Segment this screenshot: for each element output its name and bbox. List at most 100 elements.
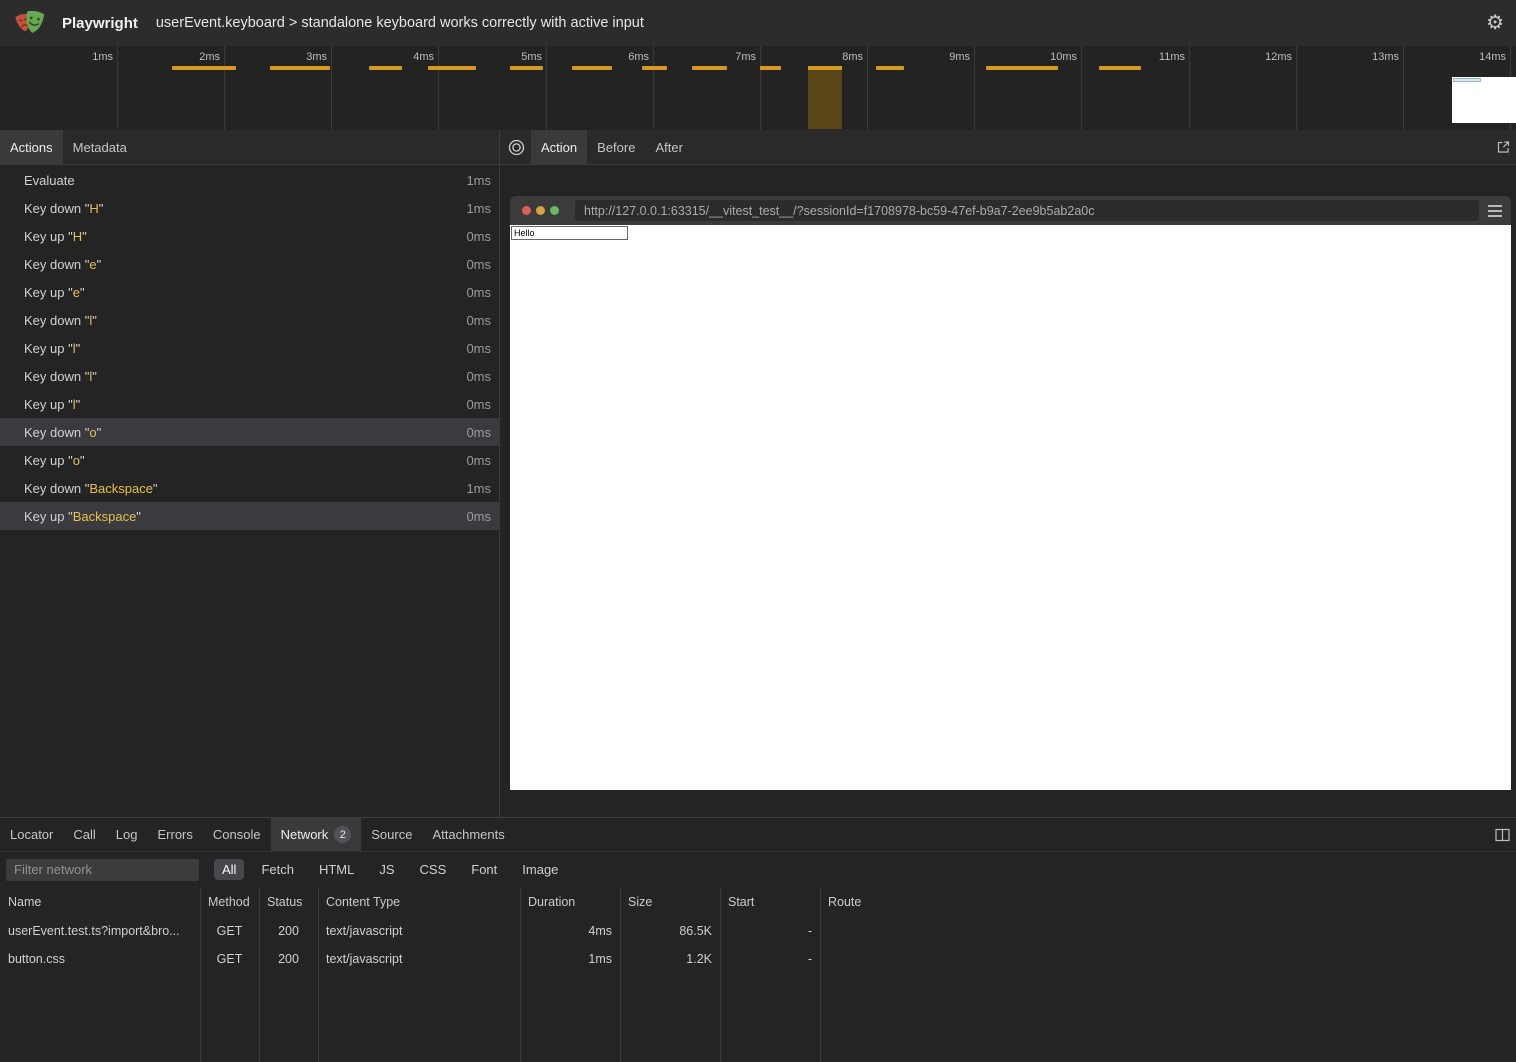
timeline-action-bar[interactable] (428, 66, 476, 70)
action-list-item[interactable]: Key down "l"0ms (0, 306, 499, 334)
filter-chip-js[interactable]: JS (371, 859, 402, 880)
timeline-action-bar[interactable] (692, 66, 727, 70)
filter-chip-image[interactable]: Image (514, 859, 566, 880)
tab-console[interactable]: Console (203, 818, 271, 851)
tab-call[interactable]: Call (63, 818, 105, 851)
action-list-item[interactable]: Key up "e"0ms (0, 278, 499, 306)
timeline[interactable]: 1ms2ms3ms4ms5ms6ms7ms8ms9ms10ms11ms12ms1… (0, 46, 1516, 130)
tab-locator[interactable]: Locator (0, 818, 63, 851)
action-name: Key up " (24, 453, 73, 468)
table-row[interactable]: button.cssGET200text/javascript1ms1.2K- (0, 945, 1516, 973)
column-header[interactable]: Content Type (318, 895, 520, 909)
action-list-item[interactable]: Key up "l"0ms (0, 334, 499, 362)
tab-label: Before (597, 140, 635, 155)
action-param-quote: " (153, 481, 158, 496)
bottom-panel: LocatorCallLogErrorsConsoleNetwork2Sourc… (0, 817, 1516, 1062)
action-param-quote: " (76, 397, 81, 412)
action-param-quote: " (80, 453, 85, 468)
column-header[interactable]: Start (720, 895, 820, 909)
column-header[interactable]: Method (200, 895, 259, 909)
page-snapshot[interactable]: http://127.0.0.1:63315/__vitest_test__/?… (510, 196, 1511, 790)
timeline-action-bar[interactable] (760, 66, 781, 70)
action-list-item[interactable]: Evaluate1ms (0, 166, 499, 194)
tab-after[interactable]: After (645, 130, 692, 164)
timeline-action-bar[interactable] (510, 66, 543, 70)
bottom-tab-bar: LocatorCallLogErrorsConsoleNetwork2Sourc… (0, 818, 1516, 852)
tab-actions[interactable]: Actions (0, 130, 63, 164)
action-duration: 0ms (466, 257, 491, 272)
hamburger-menu-icon (1488, 205, 1502, 217)
action-name: Key up " (24, 397, 73, 412)
external-link-icon[interactable] (1496, 140, 1511, 155)
action-name: Key down " (24, 313, 89, 328)
tab-errors[interactable]: Errors (147, 818, 202, 851)
timeline-action-bar[interactable] (172, 66, 236, 70)
filter-network-input[interactable] (6, 859, 199, 881)
timeline-action-bar[interactable] (1099, 66, 1141, 70)
action-param: e (73, 285, 80, 300)
filter-chip-html[interactable]: HTML (311, 859, 362, 880)
action-list-item[interactable]: Key up "l"0ms (0, 390, 499, 418)
timeline-action-bar[interactable] (369, 66, 402, 70)
timeline-action-bar[interactable] (642, 66, 667, 70)
action-param: o (89, 425, 96, 440)
table-cell: 200 (259, 924, 318, 938)
split-view-icon[interactable] (1495, 828, 1510, 841)
tab-log[interactable]: Log (106, 818, 148, 851)
action-param-quote: " (97, 257, 102, 272)
thumbnail-input-strip (1453, 78, 1481, 82)
traffic-yellow-icon (536, 206, 545, 215)
column-header[interactable]: Status (259, 895, 318, 909)
action-param: o (73, 453, 80, 468)
target-icon[interactable] (508, 139, 525, 156)
timeline-tick-label: 9ms (912, 51, 970, 63)
tab-source[interactable]: Source (361, 818, 422, 851)
panel-divider[interactable] (499, 130, 500, 817)
tab-before[interactable]: Before (587, 130, 645, 164)
timeline-tick-label: 12ms (1234, 51, 1292, 63)
action-param: H (73, 229, 82, 244)
tab-action[interactable]: Action (531, 130, 587, 164)
action-list-item[interactable]: Key up "H"0ms (0, 222, 499, 250)
column-header[interactable]: Name (0, 895, 200, 909)
tab-network[interactable]: Network2 (271, 818, 362, 851)
timeline-action-bar[interactable] (876, 66, 904, 70)
filter-chip-fetch[interactable]: Fetch (253, 859, 302, 880)
snapshot-page[interactable] (510, 225, 1511, 790)
settings-gear-icon[interactable]: ⚙ (1486, 13, 1504, 33)
tab-metadata[interactable]: Metadata (63, 130, 137, 164)
timeline-selected-action-bar[interactable] (808, 66, 842, 129)
table-cell: - (720, 952, 820, 966)
traffic-light-buttons (522, 206, 559, 215)
action-list-item[interactable]: Key down "Backspace"1ms (0, 474, 499, 502)
action-list-item[interactable]: Key down "o"0ms (0, 418, 499, 446)
tab-attachments[interactable]: Attachments (422, 818, 514, 851)
timeline-tick-label: 1ms (55, 51, 113, 63)
timeline-gridline (438, 46, 439, 130)
action-list-item[interactable]: Key down "e"0ms (0, 250, 499, 278)
action-list-item[interactable]: Key down "l"0ms (0, 362, 499, 390)
snapshot-text-input[interactable] (511, 226, 628, 240)
column-header[interactable]: Size (620, 895, 720, 909)
timeline-action-bar[interactable] (270, 66, 330, 70)
action-list-item[interactable]: Key up "Backspace"0ms (0, 502, 499, 530)
table-row[interactable]: userEvent.test.ts?import&bro...GET200tex… (0, 917, 1516, 945)
action-param-quote: " (136, 509, 141, 524)
timeline-tick-label: 2ms (162, 51, 220, 63)
network-filter-row: All Fetch HTML JS CSS Font Image (0, 852, 1516, 887)
table-header-row: NameMethodStatusContent TypeDurationSize… (0, 887, 1516, 917)
action-list-item[interactable]: Key up "o"0ms (0, 446, 499, 474)
timeline-action-bar[interactable] (572, 66, 612, 70)
playwright-logo (14, 8, 46, 38)
filter-chip-css[interactable]: CSS (412, 859, 455, 880)
tab-label: Attachments (432, 827, 504, 842)
tab-label: Network (281, 827, 329, 842)
column-header[interactable]: Route (820, 895, 1516, 909)
timeline-action-bar[interactable] (986, 66, 1058, 70)
column-header[interactable]: Duration (520, 895, 620, 909)
action-duration: 1ms (466, 481, 491, 496)
action-duration: 0ms (466, 425, 491, 440)
filter-chip-font[interactable]: Font (463, 859, 505, 880)
action-list-item[interactable]: Key down "H"1ms (0, 194, 499, 222)
filter-chip-all[interactable]: All (214, 859, 244, 880)
